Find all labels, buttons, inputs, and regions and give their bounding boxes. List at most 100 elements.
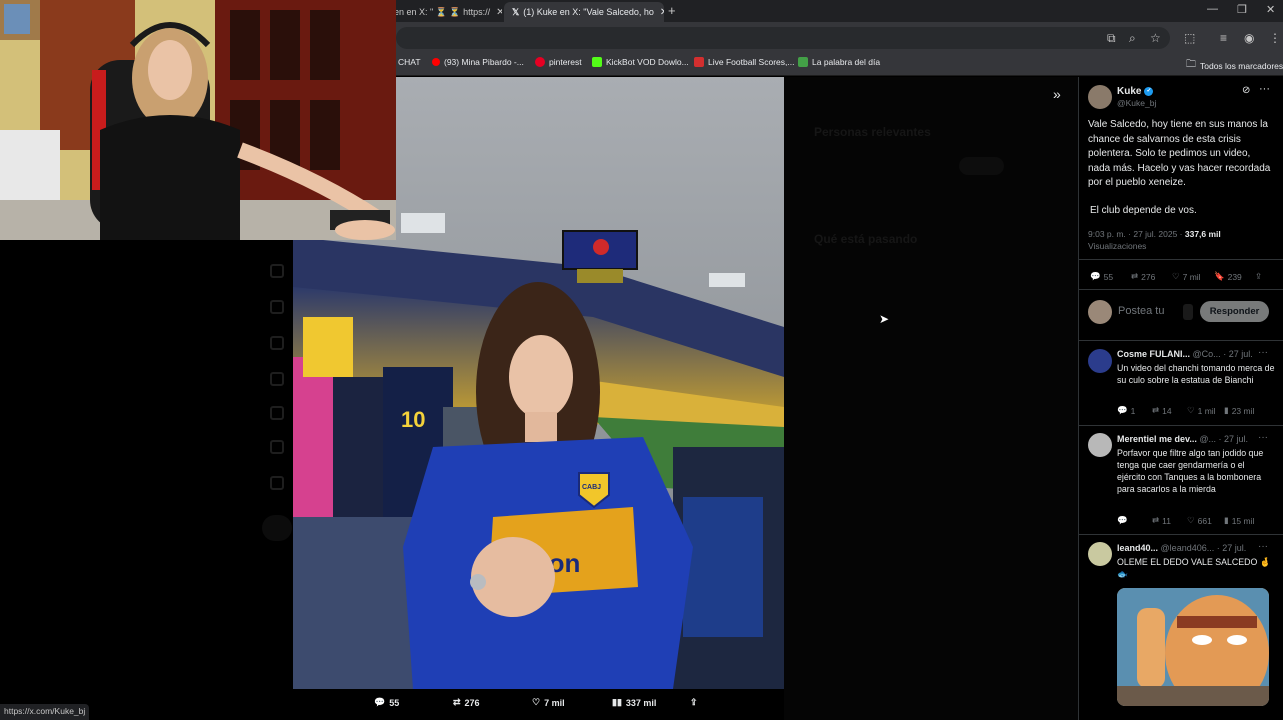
tab-label: (1) Kuke en X: "Vale Salcedo, ho bbox=[523, 7, 654, 17]
tweet-views-count: 337,6 mil bbox=[1184, 229, 1221, 239]
reply-compose-input[interactable]: Postea tu bbox=[1118, 305, 1164, 317]
author-name-row[interactable]: Kuke ✓ bbox=[1117, 86, 1154, 97]
address-field[interactable] bbox=[396, 27, 1170, 49]
reply-image[interactable] bbox=[1117, 588, 1269, 706]
zoom-icon[interactable]: ⌕ bbox=[1129, 31, 1136, 46]
reply-button[interactable]: Responder bbox=[1200, 301, 1269, 322]
repost-action[interactable]: ⇄ 276 bbox=[453, 697, 480, 708]
repost-icon: ⇄ bbox=[1131, 271, 1139, 281]
reply-reply-stat[interactable]: 💬 bbox=[1117, 515, 1131, 526]
reply-author[interactable]: leand40... @leand406... · 27 jul. bbox=[1117, 543, 1246, 553]
share-action[interactable]: ⇪ bbox=[690, 697, 698, 708]
bookmark-item[interactable]: pinterest bbox=[535, 57, 582, 67]
tab-close-icon[interactable]: ✕ bbox=[654, 7, 664, 18]
views-count: 337 mil bbox=[625, 697, 657, 708]
author-handle[interactable]: @Kuke_bj bbox=[1117, 98, 1156, 108]
reply-count: 1 bbox=[1130, 405, 1136, 416]
tweet-text: Vale Salcedo, hoy tiene en sus manos la … bbox=[1088, 119, 1271, 188]
reply-avatar[interactable] bbox=[1088, 349, 1112, 373]
reply-icon: 💬 bbox=[374, 697, 386, 707]
all-bookmarks-label: Todos los marcadores bbox=[1200, 60, 1283, 71]
reply-author[interactable]: Merentiel me dev... @... · 27 jul. bbox=[1117, 434, 1248, 444]
star-icon[interactable]: ☆ bbox=[1150, 31, 1161, 45]
reply-like-stat[interactable]: ♡ 661 bbox=[1187, 515, 1212, 526]
more-options-icon[interactable]: ··· bbox=[1258, 541, 1268, 552]
profile-icon[interactable]: ◉ bbox=[1244, 31, 1254, 45]
reply-icon: 💬 bbox=[1117, 405, 1128, 415]
tab-previous[interactable]: en en X: " ⏳ ⏳ https:// ✕ bbox=[386, 2, 502, 22]
bookmark-icon: 🔖 bbox=[1214, 271, 1225, 281]
like-count: 7 mil bbox=[544, 697, 565, 708]
bookmark-label: KickBot VOD Dowlo... bbox=[606, 57, 689, 67]
reply-author-handle: @... bbox=[1199, 434, 1217, 444]
notifications-icon[interactable] bbox=[270, 336, 284, 350]
media-icon[interactable]: ≡ bbox=[1220, 31, 1227, 45]
bookmark-item[interactable]: La palabra del día bbox=[798, 57, 880, 67]
tab-close-icon[interactable]: ✕ bbox=[490, 7, 502, 18]
reply-avatar[interactable] bbox=[1088, 542, 1112, 566]
bookmark-label: pinterest bbox=[549, 57, 582, 67]
bookmark-label: CHAT bbox=[398, 57, 421, 67]
grok-icon[interactable]: ⊘ bbox=[1242, 85, 1250, 96]
bookmark-label: Live Football Scores,... bbox=[708, 57, 795, 67]
tweet-bookmark-stat[interactable]: 🔖 239 bbox=[1214, 271, 1242, 282]
like-action[interactable]: ♡ 7 mil bbox=[532, 697, 565, 708]
tweet-like-stat[interactable]: ♡ 7 mil bbox=[1172, 271, 1201, 282]
tab-current[interactable]: 𝕏 (1) Kuke en X: "Vale Salcedo, ho ✕ bbox=[504, 2, 664, 22]
grok-icon[interactable] bbox=[270, 406, 284, 420]
post-button[interactable] bbox=[262, 515, 292, 541]
new-tab-button[interactable]: + bbox=[668, 3, 676, 18]
reply-like-stat[interactable]: ♡ 1 mil bbox=[1187, 405, 1216, 416]
heart-icon: ♡ bbox=[1172, 271, 1180, 281]
bookmark-item[interactable]: (93) Mina Pibardo -... bbox=[432, 57, 524, 67]
reply-repost-stat[interactable]: ⇄ 14 bbox=[1152, 405, 1172, 416]
more-options-icon[interactable]: ··· bbox=[1258, 347, 1268, 358]
cast-icon[interactable]: ⧉ bbox=[1107, 31, 1116, 46]
divider bbox=[1079, 259, 1283, 260]
tweet-timestamp[interactable]: 9:03 p. m. · 27 jul. 2025 · 337,6 mil bbox=[1088, 229, 1221, 239]
close-window-button[interactable]: ✕ bbox=[1266, 3, 1275, 16]
views-icon: ▮▮ bbox=[612, 697, 622, 707]
more-options-icon[interactable]: ··· bbox=[1258, 432, 1268, 443]
communities-icon[interactable] bbox=[270, 440, 284, 454]
tweet-repost-stat[interactable]: ⇄ 276 bbox=[1131, 271, 1155, 282]
reply-repost-stat[interactable]: ⇄ 11 bbox=[1152, 515, 1171, 526]
repost-count: 14 bbox=[1162, 405, 1172, 416]
maximize-button[interactable]: ❐ bbox=[1237, 3, 1247, 16]
reply-views-stat[interactable]: ▮ 15 mil bbox=[1224, 515, 1254, 526]
minimize-button[interactable]: — bbox=[1207, 3, 1218, 15]
reply-author-name: Merentiel me dev... bbox=[1117, 434, 1197, 444]
reply-views-stat[interactable]: ▮ 23 mil bbox=[1224, 405, 1254, 416]
views-label: Visualizaciones bbox=[1088, 241, 1147, 251]
heart-icon: ♡ bbox=[1187, 405, 1195, 415]
profile-nav-icon[interactable] bbox=[270, 476, 284, 490]
bookmark-item[interactable]: KickBot VOD Dowlo... bbox=[592, 57, 689, 67]
all-bookmarks-folder[interactable]: 🗀 Todos los marcadores bbox=[1186, 57, 1283, 74]
explore-icon[interactable] bbox=[270, 300, 284, 314]
reply-author[interactable]: Cosme FULANI... @Co... · 27 jul. bbox=[1117, 349, 1253, 359]
bookmark-item[interactable]: CHAT bbox=[398, 57, 421, 67]
reply-reply-stat[interactable]: 💬 1 bbox=[1117, 405, 1135, 416]
bookmark-item[interactable]: Live Football Scores,... bbox=[694, 57, 794, 67]
reply-avatar[interactable] bbox=[1088, 433, 1112, 457]
youtube-icon bbox=[432, 58, 440, 66]
divider bbox=[1079, 289, 1283, 290]
like-count: 1 mil bbox=[1197, 405, 1216, 416]
expand-icon[interactable]: » bbox=[1053, 86, 1061, 102]
menu-icon[interactable]: ⋮ bbox=[1269, 31, 1281, 45]
tweet-reply-stat[interactable]: 💬 55 bbox=[1090, 271, 1113, 282]
messages-icon[interactable] bbox=[270, 372, 284, 386]
extensions-icon[interactable]: ⬚ bbox=[1184, 31, 1195, 45]
author-avatar[interactable] bbox=[1088, 85, 1112, 109]
repost-icon: ⇄ bbox=[1152, 405, 1160, 415]
views-action[interactable]: ▮▮ 337 mil bbox=[612, 697, 656, 708]
reply-icon: 💬 bbox=[1090, 271, 1101, 281]
reply-action[interactable]: 💬 55 bbox=[374, 697, 399, 708]
home-icon[interactable] bbox=[270, 264, 284, 278]
my-avatar[interactable] bbox=[1088, 300, 1112, 324]
like-count: 7 mil bbox=[1182, 271, 1201, 282]
tweet-time: 9:03 p. m. · 27 jul. 2025 · bbox=[1088, 229, 1185, 239]
divider bbox=[1079, 534, 1283, 535]
tweet-share-stat[interactable]: ⇪ bbox=[1255, 271, 1262, 282]
more-options-icon[interactable]: ··· bbox=[1259, 83, 1270, 95]
